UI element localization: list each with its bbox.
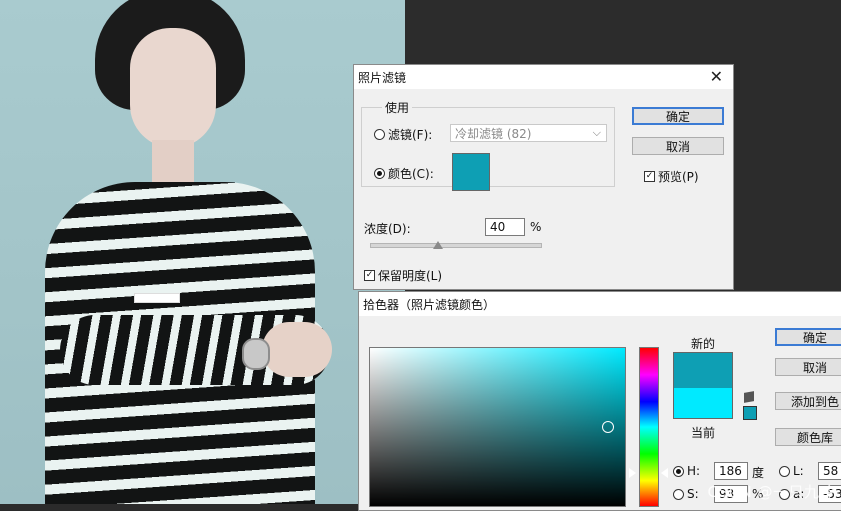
- shirt-tag: [134, 293, 180, 303]
- radio-off-icon: [673, 488, 684, 500]
- ok-button[interactable]: 确定: [632, 107, 724, 125]
- current-color-swatch[interactable]: [673, 388, 733, 419]
- radio-off-icon: [374, 129, 385, 140]
- saturation-value-field[interactable]: [369, 347, 626, 507]
- photo-canvas: [0, 0, 405, 504]
- picker-ok-button[interactable]: 确定: [775, 328, 841, 346]
- radio-on-icon: [374, 168, 385, 179]
- photo-filter-dialog: 照片滤镜 ✕ 使用 滤镜(F): 冷却滤镜 (82) ⌵ 颜色(C): 确定 取…: [353, 64, 734, 290]
- watermark: CSDN @一只九吟: [707, 483, 835, 501]
- filter-radio-label: 滤镜(F):: [388, 128, 433, 142]
- color-picker-title: 拾色器（照片滤镜颜色）: [363, 297, 496, 312]
- saturation-radio[interactable]: S:: [673, 487, 699, 501]
- radio-off-icon: [779, 465, 790, 477]
- hue-unit: 度: [752, 466, 765, 480]
- density-slider-thumb[interactable]: [433, 241, 443, 249]
- color-libraries-button[interactable]: 颜色库: [775, 428, 841, 446]
- density-unit: %: [530, 220, 542, 234]
- filter-select[interactable]: 冷却滤镜 (82) ⌵: [450, 124, 607, 142]
- new-color-swatch: [673, 352, 733, 388]
- add-to-swatches-button[interactable]: 添加到色: [775, 392, 841, 410]
- preview-label: 预览(P): [658, 170, 699, 184]
- web-safe-swatch-icon[interactable]: [743, 406, 757, 420]
- face-shape: [130, 28, 216, 148]
- density-slider-track[interactable]: [370, 243, 542, 248]
- filter-select-value: 冷却滤镜 (82): [455, 126, 532, 141]
- hue-input[interactable]: 186: [714, 462, 748, 480]
- chevron-down-icon: ⌵: [592, 126, 601, 139]
- filter-color-swatch[interactable]: [452, 153, 490, 191]
- lightness-radio[interactable]: L:: [779, 464, 804, 478]
- hue-arrow-right-icon[interactable]: [661, 468, 668, 478]
- saturation-radio-label: S:: [687, 487, 699, 501]
- check-icon: ✓: [644, 171, 655, 182]
- color-picker-titlebar[interactable]: 拾色器（照片滤镜颜色）: [359, 292, 841, 316]
- use-group-label: 使用: [385, 101, 410, 115]
- check-icon: ✓: [364, 270, 375, 281]
- density-input[interactable]: 40: [485, 218, 525, 236]
- new-color-label: 新的: [691, 337, 716, 351]
- watch-shape: [242, 338, 270, 370]
- color-picker-dialog: 拾色器（照片滤镜颜色） 新的 当前 确定 取消 添加到色 颜色库 H: 186 …: [358, 291, 841, 511]
- color-field-marker[interactable]: [602, 421, 614, 433]
- color-radio-label: 颜色(C):: [388, 167, 434, 181]
- hue-radio-label: H:: [687, 464, 701, 478]
- preserve-luminosity-checkbox[interactable]: ✓ 保留明度(L): [364, 267, 442, 284]
- color-radio[interactable]: 颜色(C):: [374, 165, 434, 182]
- photo-filter-title: 照片滤镜: [358, 70, 407, 85]
- photo-filter-titlebar[interactable]: 照片滤镜: [354, 65, 733, 89]
- current-color-label: 当前: [691, 426, 716, 440]
- cancel-button[interactable]: 取消: [632, 137, 724, 155]
- preview-checkbox[interactable]: ✓ 预览(P): [644, 168, 699, 185]
- picker-cancel-button[interactable]: 取消: [775, 358, 841, 376]
- hue-radio[interactable]: H:: [673, 464, 700, 478]
- hue-arrow-left-icon[interactable]: [629, 468, 636, 478]
- radio-on-icon: [673, 465, 684, 477]
- gamut-warning-cube-icon[interactable]: [744, 391, 754, 403]
- preserve-luminosity-label: 保留明度(L): [378, 269, 443, 283]
- density-label: 浓度(D):: [364, 222, 411, 236]
- hand-shape: [262, 322, 332, 377]
- lightness-input[interactable]: 58: [818, 462, 841, 480]
- lightness-radio-label: L:: [793, 464, 804, 478]
- filter-radio[interactable]: 滤镜(F):: [374, 126, 432, 143]
- close-icon[interactable]: ✕: [710, 67, 723, 86]
- hue-slider[interactable]: [639, 347, 659, 507]
